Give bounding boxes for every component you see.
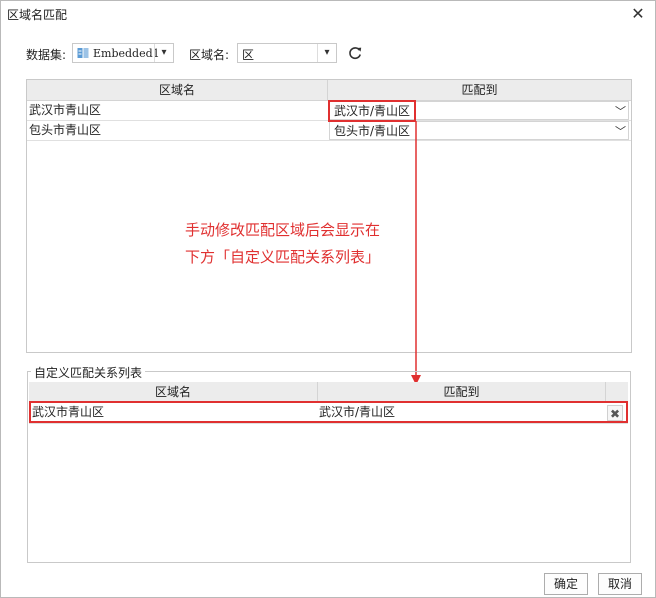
annotation-line-2: 下方「自定义匹配关系列表」 <box>185 248 381 266</box>
chevron-down-icon[interactable]: ﹀ <box>615 102 626 121</box>
dialog-title: 区域名匹配 <box>7 8 68 22</box>
chevron-down-icon[interactable]: ▾ <box>317 44 336 62</box>
region-select[interactable]: 区 ▾ <box>237 43 337 63</box>
title-bar: 区域名匹配 ✕ <box>1 1 655 27</box>
column-header-region: 区域名 <box>27 80 328 100</box>
table-row[interactable]: 包头市青山区 包头市/青山区 ﹀ <box>27 121 631 141</box>
dataset-label: 数据集: <box>26 48 67 62</box>
database-icon <box>77 48 89 58</box>
region-label: 区域名: <box>189 48 230 62</box>
region-value: 区 <box>242 48 255 62</box>
refresh-icon[interactable] <box>347 45 363 61</box>
annotation-text: 手动修改匹配区域后会显示在 下方「自定义匹配关系列表」 <box>185 217 380 271</box>
match-select[interactable]: 包头市/青山区 ﹀ <box>329 121 629 140</box>
column-header-action <box>606 382 628 402</box>
column-header-region: 区域名 <box>29 382 318 402</box>
dataset-select[interactable]: Embedded1 ▾ <box>72 43 174 63</box>
match-table-header: 区域名 匹配到 <box>27 80 631 101</box>
dataset-value: Embedded1 <box>93 47 160 60</box>
region-match-dialog: 区域名匹配 ✕ 数据集: Embedded1 ▾ 区域名: 区 ▾ 区域名 匹配… <box>0 0 656 598</box>
highlight-box <box>29 401 628 423</box>
match-value: 包头市/青山区 <box>334 124 411 138</box>
annotation-line-1: 手动修改匹配区域后会显示在 <box>185 221 381 239</box>
ok-button[interactable]: 确定 <box>544 573 588 595</box>
arrow-down-icon <box>411 121 421 385</box>
custom-match-group-title: 自定义匹配关系列表 <box>31 364 146 381</box>
chevron-down-icon[interactable]: ▾ <box>154 44 173 62</box>
region-cell: 包头市青山区 <box>29 123 102 137</box>
cancel-button[interactable]: 取消 <box>598 573 642 595</box>
region-cell: 武汉市青山区 <box>29 103 102 117</box>
highlight-box <box>328 100 416 122</box>
close-icon[interactable]: ✕ <box>629 5 647 23</box>
column-header-match: 匹配到 <box>461 83 498 97</box>
column-header-match: 匹配到 <box>318 382 606 402</box>
custom-table-header: 区域名 匹配到 <box>29 382 628 403</box>
chevron-down-icon[interactable]: ﹀ <box>615 122 626 141</box>
